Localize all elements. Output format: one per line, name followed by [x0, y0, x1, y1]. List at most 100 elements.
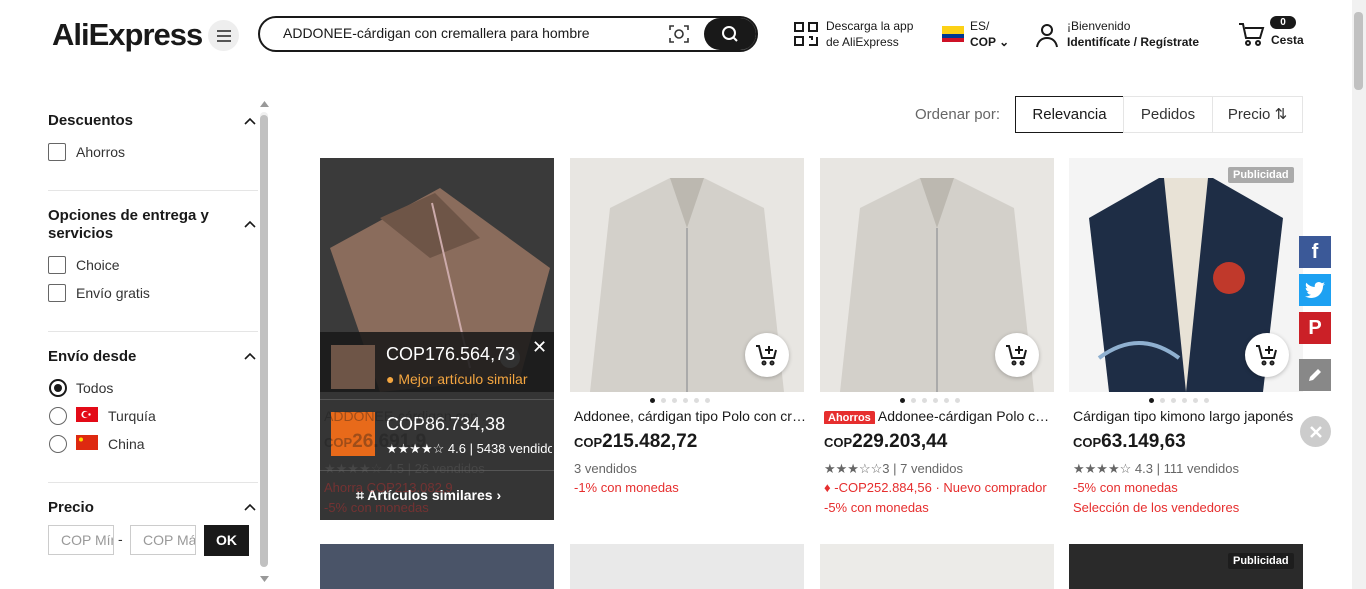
carousel-dots[interactable] — [900, 398, 960, 403]
price-min-input[interactable]: COP Mín. — [48, 525, 114, 555]
product-sold: 3 vendidos — [574, 461, 637, 476]
scroll-down-arrow-icon[interactable] — [260, 576, 269, 582]
radio-turquia[interactable] — [49, 407, 67, 425]
cart-icon[interactable] — [1237, 20, 1265, 48]
turkey-flag-icon — [76, 407, 98, 422]
radio-china[interactable] — [49, 435, 67, 453]
divider — [48, 331, 258, 332]
menu-icon[interactable] — [208, 20, 239, 51]
china-flag-icon — [76, 435, 98, 450]
option-label-china: China — [108, 436, 145, 452]
search-input[interactable]: ADDONEE-cárdigan con cremallera para hom… — [283, 25, 590, 41]
filter-title-delivery-line2: servicios — [48, 225, 114, 242]
product-image[interactable] — [570, 544, 804, 589]
sort-label: Ordenar por: — [915, 106, 1001, 123]
checkbox-ahorros[interactable] — [48, 143, 66, 161]
chevron-up-icon[interactable] — [244, 351, 256, 363]
close-icon[interactable]: ✕ — [532, 337, 547, 358]
page-scrollbar-thumb[interactable] — [1354, 12, 1363, 90]
product-title[interactable]: Cárdigan tipo kimono largo japonés — [1073, 408, 1305, 424]
chevron-up-icon[interactable] — [244, 219, 256, 231]
checkbox-free-shipping[interactable] — [48, 284, 66, 302]
checkbox-choice[interactable] — [48, 256, 66, 274]
sponsored-badge: Publicidad — [1228, 167, 1294, 183]
chevron-up-icon[interactable] — [244, 502, 256, 514]
product-image[interactable] — [320, 544, 554, 589]
filter-title-price: Precio — [48, 499, 94, 516]
price-max-input[interactable]: COP Máx. — [130, 525, 196, 555]
price-ok-button[interactable]: OK — [204, 525, 249, 556]
currency-label: COP ⌄ — [970, 35, 1010, 49]
product-price: COP229.203,44 — [824, 431, 948, 452]
product-rating: ★★★★☆ 4.5 | 26 vendidos — [324, 461, 485, 476]
sponsored-badge: Publicidad — [1228, 553, 1294, 569]
price-separator: - — [118, 531, 123, 547]
product-price: COP63.149,63 — [1073, 431, 1186, 452]
similar-item1-price: COP176.564,73 — [386, 344, 516, 364]
close-share-icon[interactable] — [1300, 416, 1331, 447]
download-app-link[interactable]: Descarga la app de AliExpress — [826, 18, 913, 50]
colombia-flag-icon — [942, 26, 964, 42]
app-text-line2: de AliExpress — [826, 35, 899, 49]
product-title[interactable]: Addonee, cárdigan tipo Polo con cremalle… — [574, 408, 806, 424]
divider — [320, 399, 554, 400]
scroll-up-arrow-icon[interactable] — [260, 101, 269, 107]
carousel-dots[interactable] — [1149, 398, 1209, 403]
star-icons: ★★★★☆ — [1073, 461, 1132, 476]
language-currency-selector[interactable]: ES/ COP ⌄ — [970, 18, 1009, 50]
filter-title-delivery-line1: Opciones de entrega y — [48, 207, 209, 224]
similar-item-thumbnail[interactable] — [331, 345, 375, 389]
aliexpress-logo[interactable]: AliExpress — [52, 17, 203, 53]
option-label-todos: Todos — [76, 380, 114, 396]
chevron-down-icon: ⌄ — [999, 35, 1010, 49]
product-title[interactable]: Ahorros Addonee-cárdigan Polo con cremal… — [824, 408, 1056, 424]
product-price: COP26.691,9 — [324, 431, 427, 452]
chevron-up-icon[interactable] — [244, 116, 256, 128]
product-seller-pick: Selección de los vendedores — [1073, 500, 1240, 515]
cart-plus-icon — [1256, 345, 1277, 366]
product-coins: -5% con monedas — [1073, 480, 1178, 495]
cart-plus-icon — [756, 345, 777, 366]
sort-arrows-icon: ⇅ — [1274, 106, 1288, 123]
cart-label[interactable]: Cesta — [1271, 33, 1304, 47]
pencil-icon[interactable] — [1299, 359, 1331, 391]
cart-count-badge: 0 — [1270, 16, 1296, 29]
account-link[interactable]: ¡Bienvenido Identifícate / Regístrate — [1067, 18, 1199, 50]
add-to-cart-button[interactable] — [1245, 333, 1289, 377]
star-icons: ★★★☆☆ — [824, 461, 883, 476]
flame-icon: ♦ — [824, 480, 831, 495]
user-icon[interactable] — [1034, 22, 1060, 48]
facebook-share-icon[interactable]: f — [1299, 236, 1331, 268]
product-rating: ★★★☆☆3 | 7 vendidos — [824, 461, 964, 476]
welcome-text: ¡Bienvenido — [1067, 19, 1131, 33]
add-to-cart-button[interactable] — [995, 333, 1039, 377]
best-similar-label: ● Mejor artículo similar — [386, 371, 528, 387]
product-rating: ★★★★☆ 4.3 | 111 vendidos — [1073, 461, 1240, 476]
image-search-icon[interactable] — [668, 23, 690, 45]
divider — [48, 190, 258, 191]
carousel-dots[interactable] — [650, 398, 710, 403]
cart-plus-icon — [1006, 345, 1027, 366]
search-button[interactable] — [704, 18, 756, 50]
product-price: COP215.482,72 — [574, 431, 698, 452]
signin-text: Identifícate / Regístrate — [1067, 35, 1200, 49]
radio-todos[interactable] — [49, 379, 67, 397]
add-to-cart-button[interactable] — [745, 333, 789, 377]
product-title[interactable]: ADDONEE-cárdigan con ... — [324, 408, 556, 424]
coin-icon: ● — [386, 371, 395, 387]
sidebar-scrollbar-thumb[interactable] — [260, 115, 268, 567]
product-coins: -5% con monedas — [324, 500, 429, 515]
sort-orders[interactable]: Pedidos — [1123, 96, 1213, 133]
twitter-share-icon[interactable] — [1299, 274, 1331, 306]
product-coins: -5% con monedas — [824, 500, 929, 515]
pinterest-share-icon[interactable]: P — [1299, 312, 1331, 344]
option-label-choice: Choice — [76, 257, 120, 273]
chevron-right-icon: › — [496, 487, 502, 503]
sort-price[interactable]: Precio ⇅ — [1212, 96, 1303, 133]
product-image[interactable] — [820, 544, 1054, 589]
qr-code-icon[interactable] — [793, 21, 819, 47]
sort-relevance[interactable]: Relevancia — [1015, 96, 1124, 133]
filter-title-ship-from: Envío desde — [48, 348, 137, 365]
language-label: ES/ — [970, 19, 990, 33]
filter-title-descuentos: Descuentos — [48, 112, 134, 129]
